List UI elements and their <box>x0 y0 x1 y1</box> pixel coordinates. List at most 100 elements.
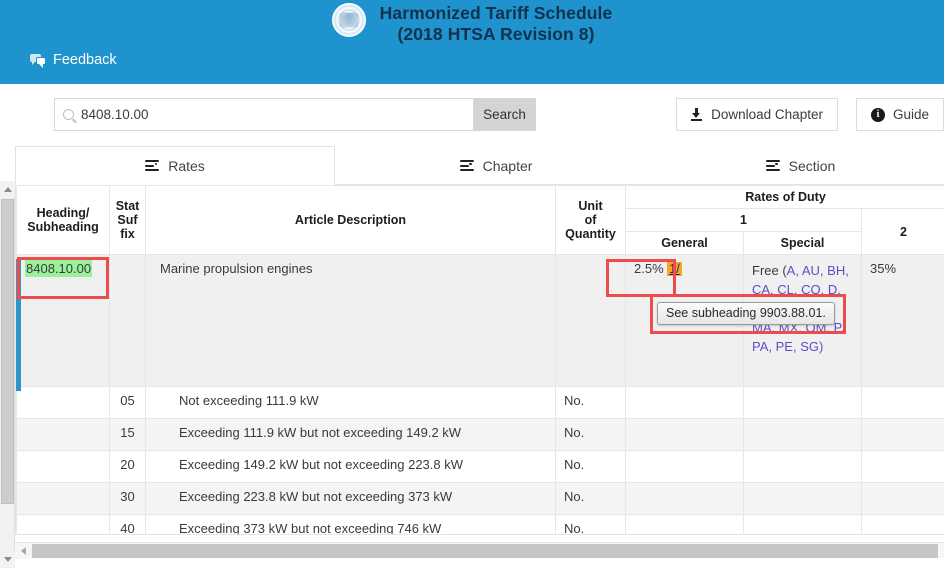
cell-special-rate <box>743 418 862 451</box>
cell-unit-of-quantity: No. <box>555 418 626 451</box>
search-input[interactable]: 8408.10.00 <box>54 98 474 131</box>
cell-special-rate <box>743 482 862 515</box>
col-header-stat-suffix: Stat Suf fix <box>109 185 146 255</box>
tab-rates[interactable]: Rates <box>15 146 335 185</box>
col-header-heading-subheading: Heading/ Subheading <box>16 185 110 255</box>
download-chapter-label: Download Chapter <box>711 107 823 122</box>
cell-article-description: Exceeding 373 kW but not exceeding 746 k… <box>145 514 556 534</box>
tab-section[interactable]: Section <box>657 146 944 185</box>
application-window: Harmonized Tariff Schedule (2018 HTSA Re… <box>0 0 944 568</box>
tab-section-label: Section <box>788 157 836 174</box>
tab-chapter[interactable]: Chapter <box>336 146 656 185</box>
col-header-rates-of-duty: Rates of Duty <box>624 185 944 209</box>
triangle-left-icon <box>20 547 26 555</box>
cell-column-2-rate <box>860 386 944 419</box>
cell-general-rate <box>625 386 744 419</box>
cell-article-description: Exceeding 149.2 kW but not exceeding 223… <box>145 450 556 483</box>
cell-stat-suffix[interactable]: 40 <box>109 514 146 534</box>
col-header-duty-col-1: 1 <box>625 208 862 232</box>
list-lines-icon <box>459 160 474 171</box>
cell-special-rate <box>743 450 862 483</box>
cell-article-description: Marine propulsion engines <box>145 254 556 387</box>
vertical-scrollbar[interactable] <box>0 181 15 568</box>
col-header-unit-of-quantity: Unit of Quantity <box>555 185 626 255</box>
cell-stat-suffix[interactable]: 05 <box>109 386 146 419</box>
cell-article-description: Exceeding 111.9 kW but not exceeding 149… <box>145 418 556 451</box>
col-header-heading-line1: Heading/ <box>36 206 90 220</box>
general-rate-value: 2.5% <box>634 261 664 276</box>
cell-heading-code <box>16 514 110 534</box>
site-title-line-2: (2018 HTSA Revision 8) <box>397 24 595 44</box>
col-header-stat-line3: fix <box>120 227 135 241</box>
heading-code-value: 8408.10.00 <box>25 260 93 277</box>
cell-unit-of-quantity: No. <box>555 450 626 483</box>
col-header-unit-line3: Quantity <box>565 227 616 241</box>
cell-general-rate <box>625 418 744 451</box>
list-lines-icon <box>145 160 160 171</box>
list-lines-icon <box>765 160 780 171</box>
triangle-up-icon <box>3 187 12 192</box>
cell-article-description: Not exceeding 111.9 kW <box>145 386 556 419</box>
cell-general-rate <box>625 514 744 534</box>
horizontal-scrollbar-thumb[interactable] <box>32 544 938 558</box>
toolbar-actions: Download Chapter i Guide <box>676 98 944 131</box>
cell-heading-code <box>16 418 110 451</box>
cell-article-description: Exceeding 223.8 kW but not exceeding 373… <box>145 482 556 515</box>
table-row[interactable]: 05 Not exceeding 111.9 kW No. <box>16 386 944 419</box>
cell-column-2-rate <box>860 514 944 534</box>
table-header: Heading/ Subheading Stat Suf fix Article… <box>16 185 944 255</box>
cell-general-rate <box>625 450 744 483</box>
search-button[interactable]: Search <box>474 98 536 131</box>
scroll-down-button[interactable] <box>0 551 15 568</box>
col-header-unit-line1: Unit <box>578 199 603 213</box>
special-rate-prefix: Free ( <box>752 263 787 278</box>
guide-button[interactable]: i Guide <box>855 98 944 131</box>
search-toolbar: 8408.10.00 Search Download Chapter i Gui… <box>0 84 944 144</box>
col-header-stat-line2: Suf <box>117 213 138 227</box>
search-icon <box>63 109 74 120</box>
tariff-table-panel[interactable]: Heading/ Subheading Stat Suf fix Article… <box>15 184 944 535</box>
cell-unit-of-quantity <box>555 254 626 387</box>
search-group: 8408.10.00 Search <box>54 98 536 131</box>
selected-row-marker <box>16 259 21 391</box>
speech-bubble-icon <box>30 53 46 68</box>
download-icon <box>691 108 703 121</box>
col-header-heading-line2: Subheading <box>27 220 99 234</box>
tariff-table: Heading/ Subheading Stat Suf fix Article… <box>16 185 944 534</box>
triangle-down-icon <box>3 557 12 562</box>
cell-stat-suffix[interactable]: 15 <box>109 418 146 451</box>
cell-heading-code[interactable]: 8408.10.00 <box>16 254 110 387</box>
site-title-line-1: Harmonized Tariff Schedule <box>379 3 613 23</box>
scroll-left-button[interactable] <box>15 543 31 559</box>
cell-heading-code <box>16 450 110 483</box>
tab-rates-label: Rates <box>168 157 205 174</box>
cell-stat-suffix[interactable]: 30 <box>109 482 146 515</box>
download-chapter-button[interactable]: Download Chapter <box>676 98 838 131</box>
special-country-line-6[interactable]: PE, SG) <box>776 339 824 354</box>
footnote-tooltip: See subheading 9903.88.01. <box>657 302 835 325</box>
view-tabs: Rates Chapter Section <box>0 146 944 185</box>
cell-stat-suffix[interactable]: 20 <box>109 450 146 483</box>
col-header-special: Special <box>743 231 862 255</box>
col-header-unit-line2: of <box>584 213 597 227</box>
scroll-up-button[interactable] <box>0 181 15 198</box>
table-row[interactable]: 30 Exceeding 223.8 kW but not exceeding … <box>16 482 944 515</box>
vertical-scrollbar-thumb[interactable] <box>1 199 14 504</box>
table-row[interactable]: 15 Exceeding 111.9 kW but not exceeding … <box>16 418 944 451</box>
cell-column-2-rate: 35% <box>860 254 944 387</box>
table-row[interactable]: 40 Exceeding 373 kW but not exceeding 74… <box>16 514 944 534</box>
search-input-value: 8408.10.00 <box>81 107 149 122</box>
cell-general-rate <box>625 482 744 515</box>
special-country-line-1[interactable]: A, AU, <box>787 263 824 278</box>
col-header-article-description: Article Description <box>145 185 556 255</box>
general-rate-footnote-link[interactable]: 1/ <box>667 262 682 276</box>
tab-chapter-label: Chapter <box>482 157 533 174</box>
feedback-link[interactable]: Feedback <box>30 52 117 68</box>
info-circle-icon: i <box>870 107 885 122</box>
cell-heading-code <box>16 386 110 419</box>
feedback-label: Feedback <box>53 52 117 68</box>
table-row[interactable]: 20 Exceeding 149.2 kW but not exceeding … <box>16 450 944 483</box>
cell-unit-of-quantity: No. <box>555 514 626 534</box>
site-title-block: Harmonized Tariff Schedule (2018 HTSA Re… <box>0 0 944 48</box>
horizontal-scrollbar[interactable] <box>15 542 944 559</box>
